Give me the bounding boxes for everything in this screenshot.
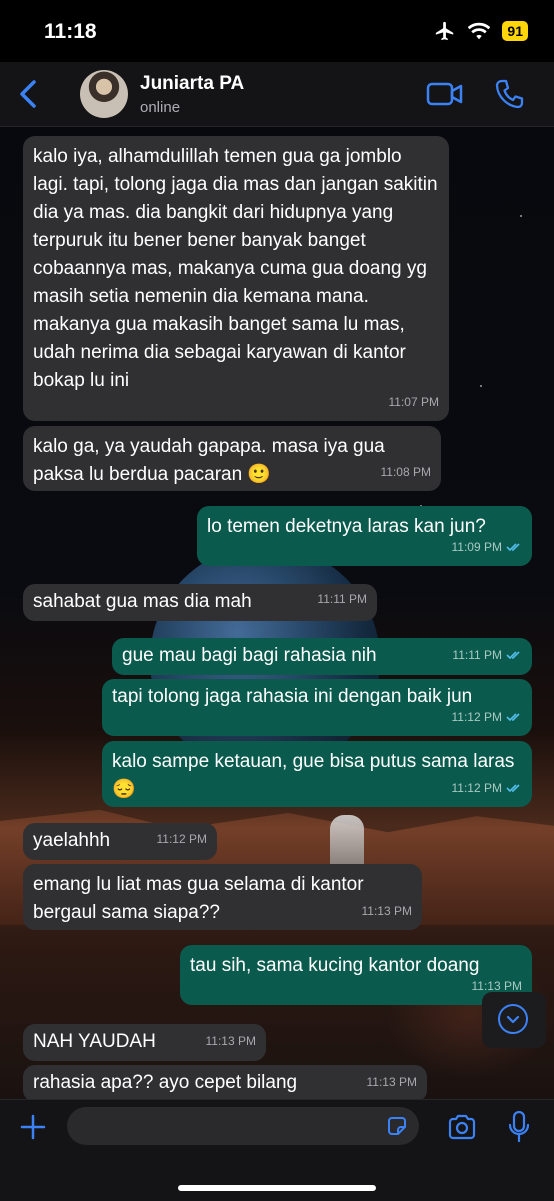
message-bubble[interactable]: yaelahhh 11:12 PM	[23, 823, 217, 860]
message-time: 11:07 PM	[388, 395, 439, 409]
message-text: sahabat gua mas dia mah	[33, 591, 252, 612]
home-indicator	[178, 1185, 376, 1191]
message-bubble[interactable]: lo temen deketnya laras kan jun? 11:09 P…	[197, 506, 532, 566]
avatar[interactable]	[80, 70, 128, 118]
sticker-icon[interactable]	[386, 1115, 408, 1137]
message-time: 11:11 PM	[317, 592, 367, 606]
message-bubble[interactable]: kalo ga, ya yaudah gapapa. masa iya gua …	[23, 426, 441, 491]
message-input[interactable]	[67, 1107, 419, 1145]
double-check-icon	[506, 713, 520, 722]
plus-icon[interactable]	[20, 1114, 46, 1140]
message-bubble[interactable]: rahasia apa?? ayo cepet bilang 11:13 PM	[23, 1065, 427, 1102]
mic-icon[interactable]	[509, 1111, 529, 1143]
message-text: kalo iya, alhamdulillah temen gua ga jom…	[33, 146, 438, 391]
battery-indicator: 91	[502, 21, 528, 41]
message-bubble[interactable]: kalo iya, alhamdulillah temen gua ga jom…	[23, 136, 449, 421]
contact-status: online	[140, 99, 181, 116]
message-text: tapi tolong jaga rahasia ini dengan baik…	[112, 686, 473, 707]
composer-bar	[0, 1099, 554, 1201]
message-bubble[interactable]: tau sih, sama kucing kantor doang 11:13 …	[180, 945, 532, 1005]
message-time: 11:12 PM	[156, 832, 207, 846]
astronaut-illustration	[330, 815, 364, 871]
message-bubble[interactable]: sahabat gua mas dia mah 11:11 PM	[23, 584, 377, 621]
chevron-down-icon	[506, 1015, 520, 1024]
double-check-icon	[506, 784, 520, 793]
message-time: 11:13 PM	[366, 1075, 417, 1089]
message-time: 11:11 PM	[452, 648, 502, 662]
status-bar: 11:18 91	[0, 0, 554, 62]
chat-header: Juniarta PA online	[0, 62, 554, 127]
message-bubble[interactable]: kalo sampe ketauan, gue bisa putus sama …	[102, 741, 532, 807]
back-chevron-icon[interactable]	[14, 76, 44, 112]
scroll-to-bottom-button[interactable]	[482, 992, 546, 1048]
wifi-icon	[468, 22, 491, 40]
message-time: 11:12 PM	[451, 781, 502, 795]
message-time: 11:13 PM	[361, 904, 412, 918]
status-time: 11:18	[44, 20, 97, 43]
message-time: 11:13 PM	[205, 1034, 256, 1048]
message-text: yaelahhh	[33, 830, 111, 851]
message-time: 11:08 PM	[380, 465, 431, 479]
camera-icon[interactable]	[447, 1114, 477, 1140]
message-text: NAH YAUDAH	[33, 1031, 156, 1052]
message-text: rahasia apa?? ayo cepet bilang	[33, 1072, 298, 1093]
message-text: gue mau bagi bagi rahasia nih	[122, 645, 377, 666]
message-bubble[interactable]: gue mau bagi bagi rahasia nih 11:11 PM	[112, 638, 532, 675]
message-text: tau sih, sama kucing kantor doang	[190, 955, 480, 976]
message-time: 11:09 PM	[451, 540, 502, 554]
message-text: lo temen deketnya laras kan jun?	[207, 516, 486, 537]
double-check-icon	[506, 543, 520, 552]
message-bubble[interactable]: NAH YAUDAH 11:13 PM	[23, 1024, 266, 1061]
phone-icon[interactable]	[494, 78, 524, 110]
message-time: 11:12 PM	[451, 710, 502, 724]
airplane-icon	[436, 21, 454, 41]
contact-name[interactable]: Juniarta PA	[140, 73, 244, 95]
message-text: kalo ga, ya yaudah gapapa. masa iya gua …	[33, 436, 385, 485]
double-check-icon	[506, 651, 520, 660]
video-call-icon[interactable]	[426, 80, 464, 108]
message-bubble[interactable]: tapi tolong jaga rahasia ini dengan baik…	[102, 679, 532, 736]
message-text: emang lu liat mas gua selama di kantor b…	[33, 874, 364, 923]
message-bubble[interactable]: emang lu liat mas gua selama di kantor b…	[23, 864, 422, 930]
